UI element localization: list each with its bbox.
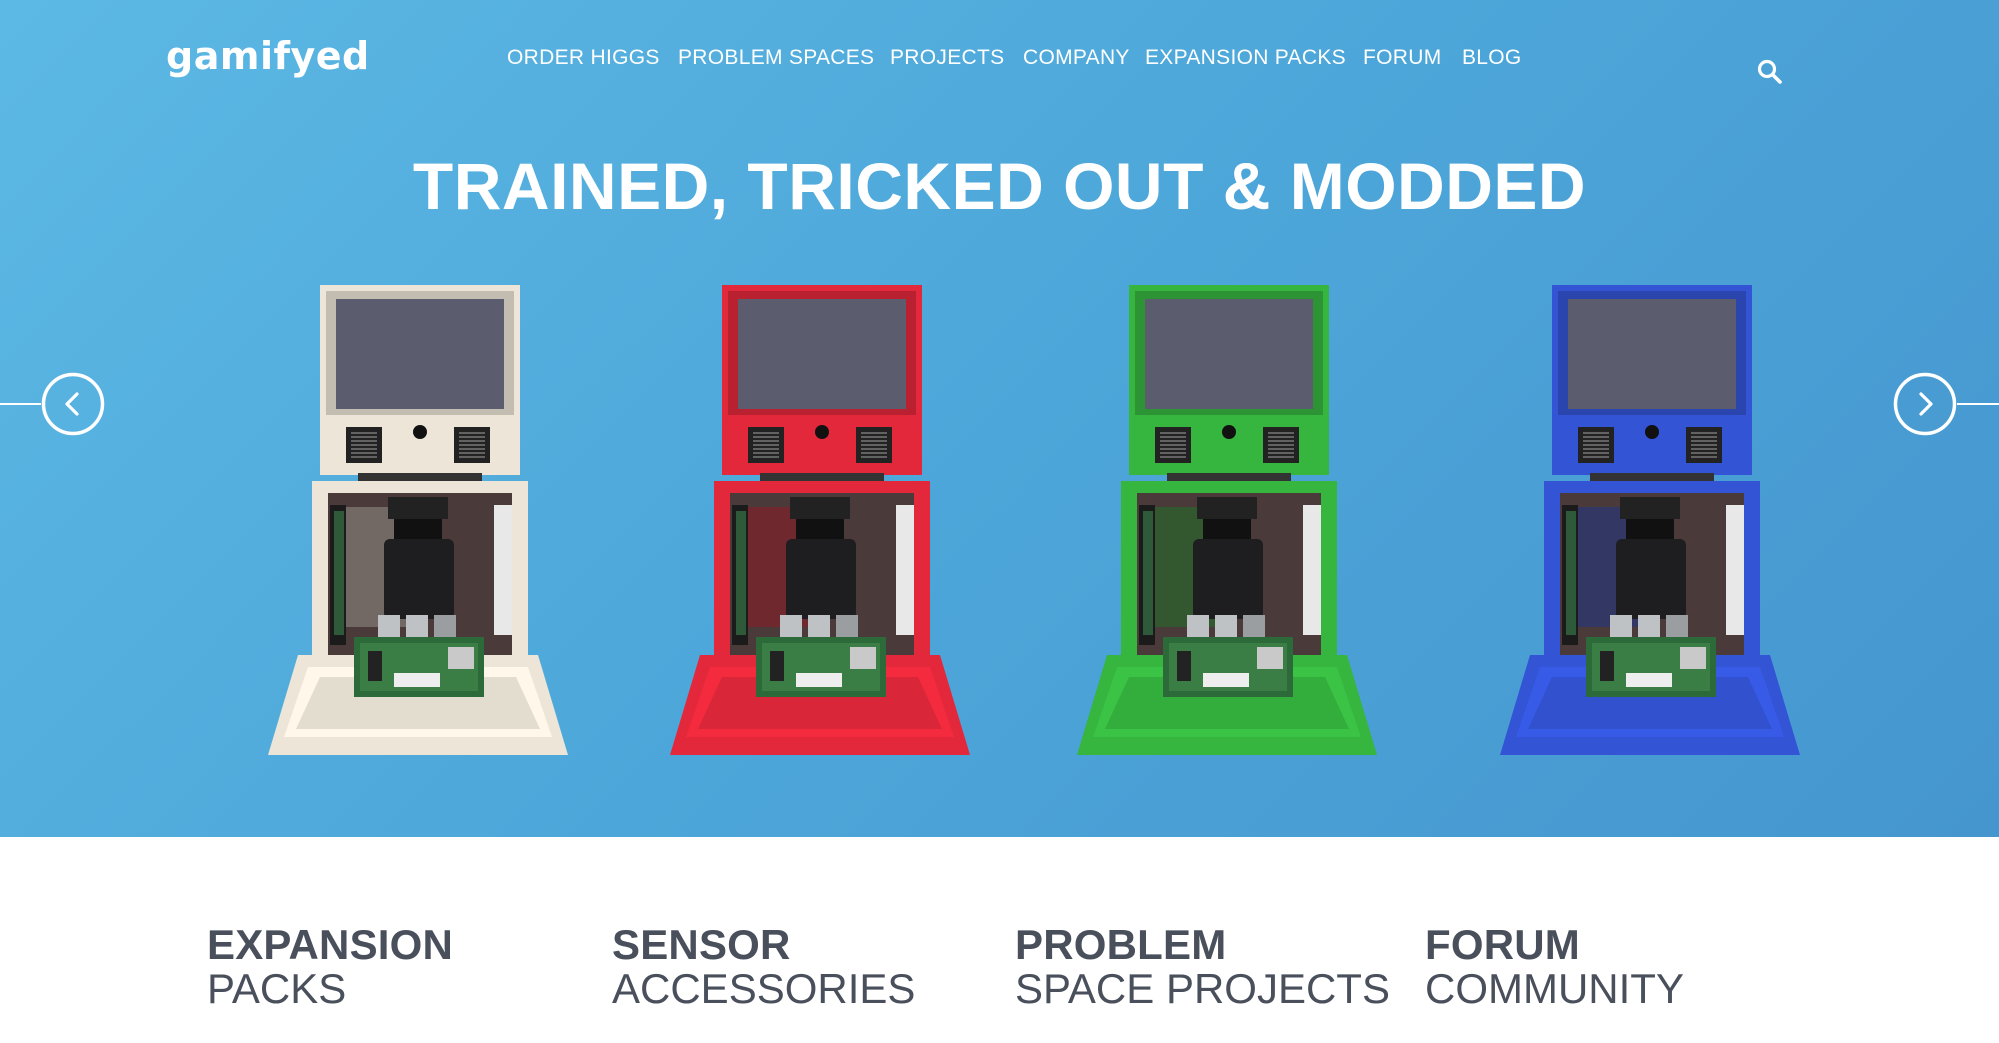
feature-sensor-accessories[interactable]: SENSOR ACCESSORIES [612, 923, 915, 1011]
feature-title: FORUM [1425, 921, 1580, 968]
main-nav: ORDER HIGGS PROBLEM SPACES PROJECTS COMP… [0, 46, 1999, 76]
feature-subtitle: ACCESSORIES [612, 965, 916, 1012]
feature-forum-community[interactable]: FORUM COMMUNITY [1425, 923, 1684, 1011]
feature-subtitle: PACKS [207, 965, 347, 1012]
feature-subtitle: COMMUNITY [1425, 965, 1684, 1012]
feature-title: PROBLEM [1015, 921, 1227, 968]
product-carousel [0, 270, 1999, 770]
kiosk-green [1077, 285, 1377, 765]
nav-problem-spaces[interactable]: PROBLEM SPACES [678, 46, 874, 70]
nav-expansion-packs[interactable]: EXPANSION PACKS [1145, 46, 1346, 70]
nav-order-higgs[interactable]: ORDER HIGGS [507, 46, 660, 70]
feature-title: EXPANSION [207, 921, 454, 968]
hero-headline: TRAINED, TRICKED OUT & MODDED [412, 149, 1587, 223]
feature-links: EXPANSION PACKS SENSOR ACCESSORIES PROBL… [0, 837, 1999, 1043]
nav-forum[interactable]: FORUM [1363, 46, 1442, 70]
kiosk-cream [268, 285, 568, 765]
nav-projects[interactable]: PROJECTS [890, 46, 1004, 70]
feature-subtitle: SPACE PROJECTS [1015, 965, 1390, 1012]
feature-expansion-packs[interactable]: EXPANSION PACKS [207, 923, 453, 1011]
kiosk-red [670, 285, 970, 765]
feature-problem-space-projects[interactable]: PROBLEM SPACE PROJECTS [1015, 923, 1390, 1011]
feature-title: SENSOR [612, 921, 791, 968]
nav-blog[interactable]: BLOG [1462, 46, 1522, 70]
search-icon[interactable] [1756, 58, 1784, 86]
nav-company[interactable]: COMPANY [1023, 46, 1130, 70]
kiosk-blue [1500, 285, 1800, 765]
hero-banner: gamifyed ORDER HIGGS PROBLEM SPACES PROJ… [0, 0, 1999, 837]
